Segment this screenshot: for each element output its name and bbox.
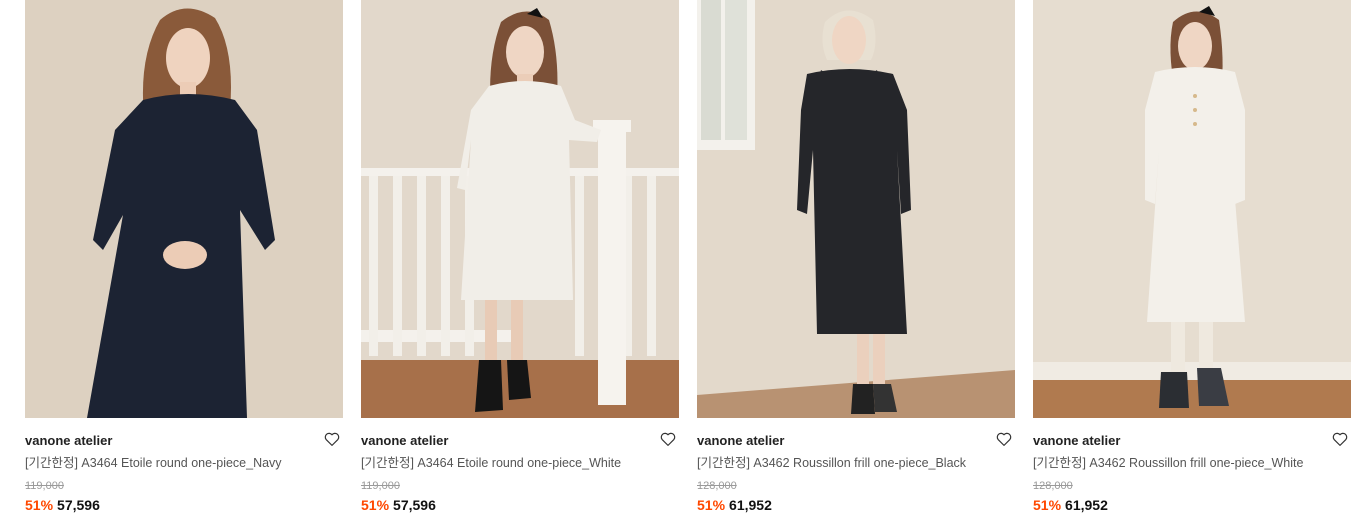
- discount-rate: 51%: [697, 497, 726, 513]
- product-card[interactable]: vanone atelier [기간한정] A3464 Etoile round…: [25, 0, 343, 524]
- sale-price: 57,596: [57, 497, 100, 513]
- heart-outline-icon[interactable]: [659, 430, 677, 448]
- product-info: vanone atelier [기간한정] A3462 Roussillon f…: [697, 418, 1015, 513]
- price-row: 51% 57,596: [361, 497, 679, 513]
- product-card[interactable]: vanone atelier [기간한정] A3462 Roussillon f…: [697, 0, 1015, 524]
- heart-outline-icon[interactable]: [995, 430, 1013, 448]
- product-brand[interactable]: vanone atelier: [361, 433, 679, 449]
- product-grid: vanone atelier [기간한정] A3464 Etoile round…: [0, 0, 1358, 524]
- discount-rate: 51%: [1033, 497, 1062, 513]
- price-row: 51% 61,952: [1033, 497, 1351, 513]
- sale-price: 61,952: [729, 497, 772, 513]
- heart-outline-icon[interactable]: [323, 430, 341, 448]
- sale-price: 57,596: [393, 497, 436, 513]
- product-image[interactable]: [697, 0, 1015, 418]
- product-info: vanone atelier [기간한정] A3464 Etoile round…: [361, 418, 679, 513]
- original-price: 128,000: [697, 480, 737, 492]
- product-name[interactable]: [기간한정] A3464 Etoile round one-piece_Navy: [25, 455, 343, 471]
- product-brand[interactable]: vanone atelier: [1033, 433, 1351, 449]
- price-row: 51% 61,952: [697, 497, 1015, 513]
- price-row: 51% 57,596: [25, 497, 343, 513]
- discount-rate: 51%: [361, 497, 390, 513]
- product-brand[interactable]: vanone atelier: [25, 433, 343, 449]
- product-image[interactable]: [361, 0, 679, 418]
- original-price: 119,000: [25, 480, 64, 492]
- original-price: 119,000: [361, 480, 400, 492]
- product-image[interactable]: [1033, 0, 1351, 418]
- product-name[interactable]: [기간한정] A3462 Roussillon frill one-piece_…: [697, 455, 1015, 471]
- product-image[interactable]: [25, 0, 343, 418]
- discount-rate: 51%: [25, 497, 54, 513]
- product-brand[interactable]: vanone atelier: [697, 433, 1015, 449]
- heart-outline-icon[interactable]: [1331, 430, 1349, 448]
- product-name[interactable]: [기간한정] A3464 Etoile round one-piece_Whit…: [361, 455, 679, 471]
- product-card[interactable]: vanone atelier [기간한정] A3464 Etoile round…: [361, 0, 679, 524]
- sale-price: 61,952: [1065, 497, 1108, 513]
- product-info: vanone atelier [기간한정] A3464 Etoile round…: [25, 418, 343, 513]
- product-info: vanone atelier [기간한정] A3462 Roussillon f…: [1033, 418, 1351, 513]
- original-price: 128,000: [1033, 480, 1073, 492]
- product-card[interactable]: vanone atelier [기간한정] A3462 Roussillon f…: [1033, 0, 1351, 524]
- product-name[interactable]: [기간한정] A3462 Roussillon frill one-piece_…: [1033, 455, 1351, 471]
